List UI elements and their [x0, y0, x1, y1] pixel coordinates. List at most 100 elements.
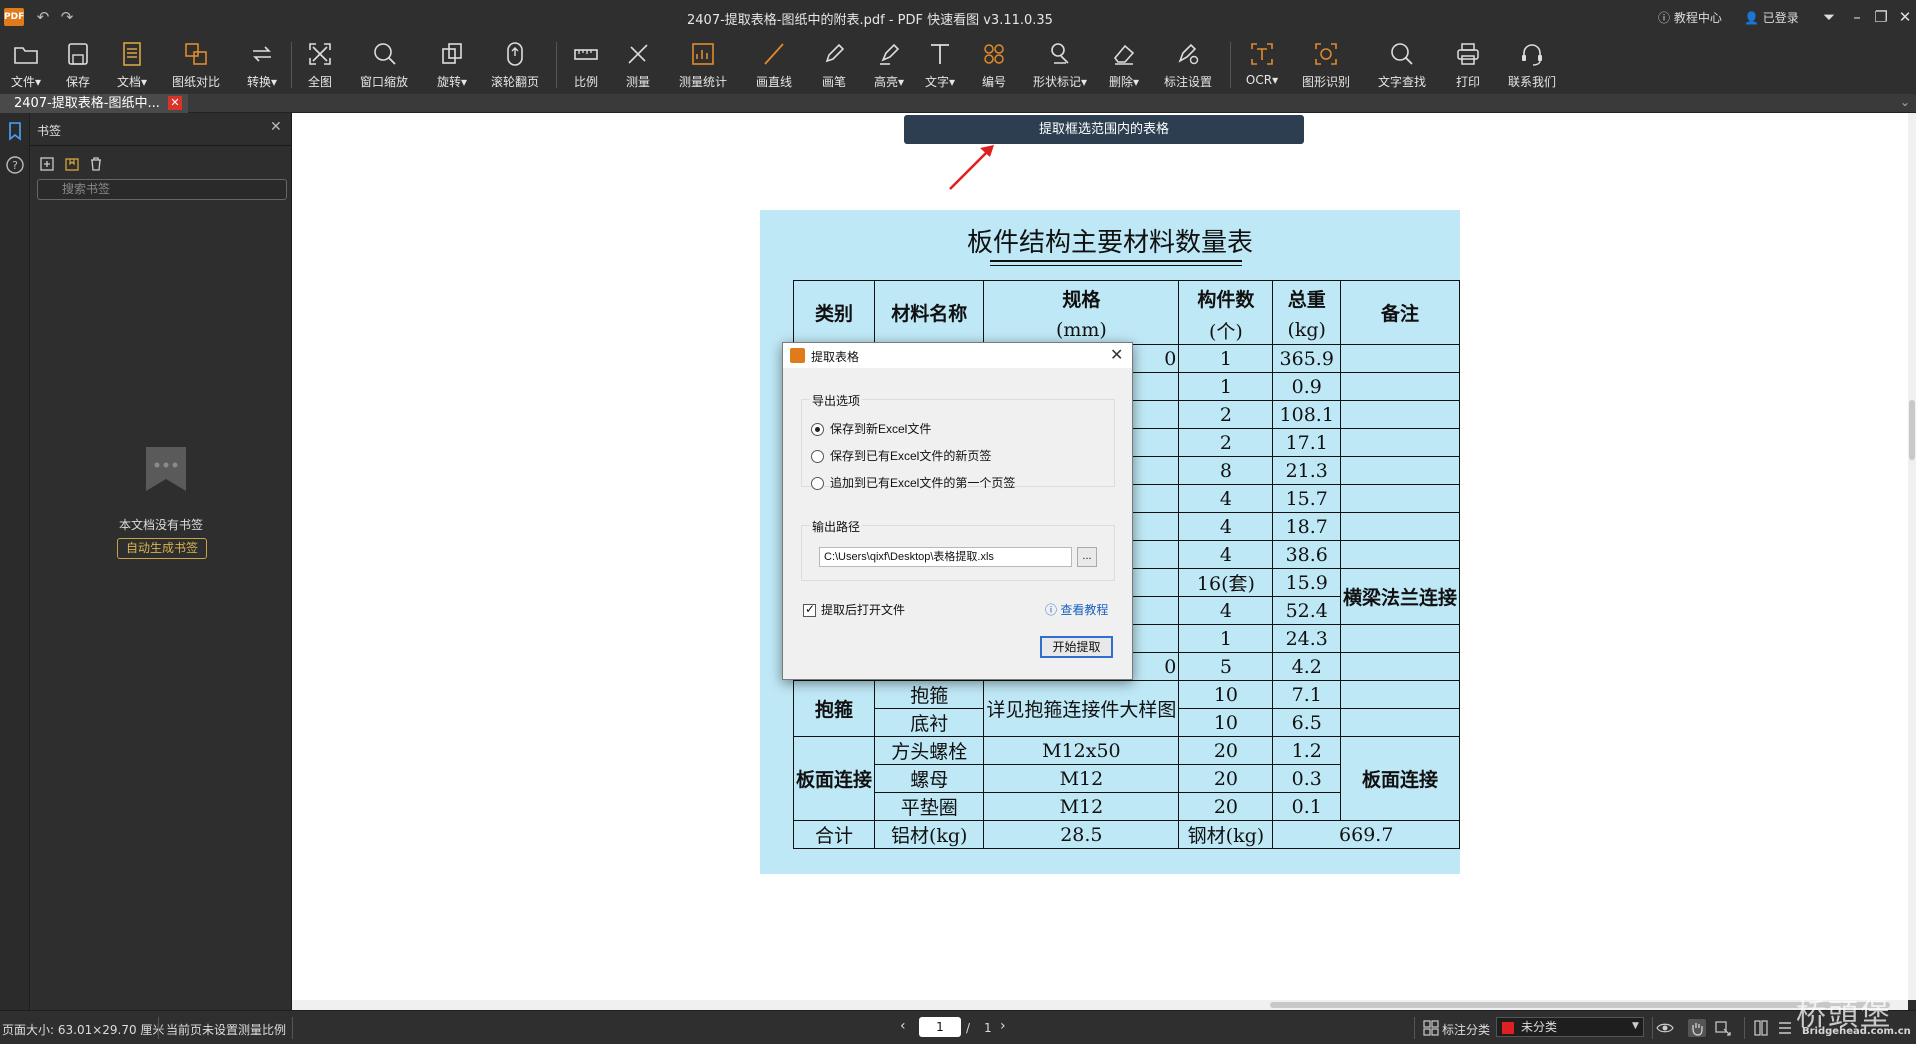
recognize-icon [1315, 43, 1337, 65]
toolbar-separator [556, 42, 557, 88]
add-bookmark-icon[interactable] [39, 156, 55, 172]
bookmark-folder-icon[interactable] [64, 156, 80, 172]
toolbar-separator [291, 42, 292, 88]
select-tool-icon[interactable] [1714, 1019, 1732, 1037]
trash-icon[interactable] [88, 156, 104, 172]
annotation-settings-button[interactable]: 标注设置 [1160, 34, 1216, 94]
dialog-title-bar: 提取表格 ✕ [783, 343, 1132, 368]
redo-icon[interactable]: ↷ [58, 8, 76, 26]
radio-save-new-sheet[interactable]: 保存到已有Excel文件的新页签 [811, 447, 991, 464]
table-cell: 10 [1178, 680, 1274, 709]
text-search-button[interactable]: 文字查找 [1374, 34, 1430, 94]
scroll-page-button[interactable]: 滚轮翻页 [488, 34, 542, 94]
tutorial-center-link[interactable]: ⓘ 教程中心 [1658, 9, 1722, 26]
close-tab-button[interactable]: ✕ [168, 96, 182, 110]
view-tutorial-link[interactable]: ⓘ 查看教程 [1045, 601, 1108, 618]
bookmark-search-input[interactable]: 搜索书签 [37, 179, 287, 200]
red-arrow-icon [949, 145, 994, 190]
status-separator [1414, 1017, 1415, 1039]
main-toolbar: 文件▾ 保存 文档▾ 图纸对比 转换▾ 全图 窗口缩放 旋转▾ 滚轮翻页 比例 … [0, 34, 1916, 94]
drawing-compare-button[interactable]: 图纸对比 [168, 34, 224, 94]
undo-icon[interactable]: ↶ [34, 8, 52, 26]
close-panel-icon[interactable]: ✕ [270, 119, 282, 135]
radio-unselected-icon [811, 450, 824, 464]
shape-mark-menu-button[interactable]: 形状标记▾ [1030, 34, 1090, 94]
category-hoop: 抱箍 [792, 680, 876, 737]
radio-save-new-file[interactable]: 保存到新Excel文件 [811, 420, 931, 437]
table-cell: 18.7 [1272, 512, 1341, 541]
bookmark-panel-icon[interactable] [5, 121, 25, 141]
ocr-menu-button[interactable]: OCR▾ [1242, 34, 1282, 94]
table-cell [1339, 344, 1461, 373]
numbering-button[interactable]: 编号 [974, 34, 1014, 94]
table-cell [1339, 372, 1461, 401]
highlight-menu-button[interactable]: 高亮▾ [868, 34, 910, 94]
header-category: 类别 [792, 280, 876, 345]
header-count-unit: (个) [1178, 316, 1274, 345]
page-number-input[interactable]: 1 [919, 1017, 961, 1037]
convert-menu-button[interactable]: 转换▾ [240, 34, 284, 94]
print-button[interactable]: 打印 [1448, 34, 1488, 94]
table-cell: 17.1 [1272, 428, 1341, 457]
zoom-icon [374, 43, 396, 65]
table-cell: 7.1 [1272, 680, 1341, 709]
remark-panel: 板面连接 [1339, 736, 1461, 821]
help-icon[interactable]: ? [5, 155, 25, 175]
next-page-icon[interactable]: › [1000, 1018, 1006, 1034]
table-cell: 1 [1178, 372, 1274, 401]
hand-tool-icon[interactable] [1688, 1019, 1706, 1037]
close-window-button[interactable]: ✕ [1894, 6, 1916, 28]
save-button[interactable]: 保存 [56, 34, 100, 94]
open-after-extract-checkbox[interactable]: 提取后打开文件 [803, 601, 905, 618]
delete-menu-button[interactable]: 删除▾ [1104, 34, 1144, 94]
status-separator [1744, 1017, 1745, 1039]
header-spec-unit: (mm) [983, 316, 1180, 345]
table-cell: 0.3 [1272, 764, 1341, 793]
contact-us-button[interactable]: 联系我们 [1504, 34, 1560, 94]
tutorial-center-label: 教程中心 [1673, 11, 1722, 25]
restore-button[interactable]: ❐ [1870, 6, 1892, 28]
vertical-scrollbar-thumb[interactable] [1909, 400, 1915, 460]
scale-button[interactable]: 比例 [566, 34, 606, 94]
status-separator [158, 1017, 159, 1039]
text-menu-button[interactable]: 文字▾ [918, 34, 962, 94]
radio-append-first-sheet[interactable]: 追加到已有Excel文件的第一个页签 [811, 474, 1015, 491]
table-cell [1339, 680, 1461, 709]
document-menu-button[interactable]: 文档▾ [110, 34, 154, 94]
document-tab[interactable]: 2407-提取表格-图纸中... [0, 94, 188, 113]
auto-generate-bookmarks-button[interactable]: 自动生成书签 [117, 538, 207, 559]
continuous-view-icon[interactable] [1776, 1019, 1794, 1037]
rotate-menu-button[interactable]: 旋转▾ [430, 34, 474, 94]
status-bar: 页面大小: 63.01×29.70 厘米 当前页未设置测量比例 ‹ 1 / 1 … [0, 1010, 1916, 1044]
table-cell: 20 [1178, 792, 1274, 821]
no-bookmarks-text: 本文档没有书签 [118, 518, 203, 532]
eye-icon[interactable] [1656, 1019, 1674, 1037]
table-cell: 108.1 [1272, 400, 1341, 429]
annotation-category-select[interactable]: 未分类 [1496, 1017, 1644, 1037]
dropdown-menu-icon[interactable]: ⏷ [1818, 6, 1840, 28]
fit-all-button[interactable]: 全图 [300, 34, 340, 94]
table-cell: 1 [1178, 344, 1274, 373]
previous-page-icon[interactable]: ‹ [900, 1018, 906, 1034]
file-menu-button[interactable]: 文件▾ [4, 34, 48, 94]
vertical-scrollbar[interactable] [1908, 113, 1916, 1000]
start-extract-button[interactable]: 开始提取 [1040, 636, 1113, 658]
measure-button[interactable]: 测量 [618, 34, 658, 94]
measure-stats-button[interactable]: 测量统计 [674, 34, 732, 94]
title-underline [990, 260, 1242, 262]
account-menu[interactable]: 👤 已登录 [1744, 9, 1799, 26]
output-path-input[interactable]: C:\Users\qixf\Desktop\表格提取.xls [819, 547, 1072, 567]
shape-recognition-button[interactable]: 图形识别 [1298, 34, 1354, 94]
table-cell: 2 [1178, 428, 1274, 457]
window-zoom-button[interactable]: 窗口缩放 [358, 34, 410, 94]
pen-button[interactable]: 画笔 [814, 34, 854, 94]
chevron-down-icon[interactable]: ⌄ [1900, 95, 1910, 109]
browse-button[interactable]: ... [1077, 547, 1097, 567]
minimize-button[interactable]: – [1846, 6, 1868, 28]
watermark-url: Bridgehead.com.cn [1802, 1026, 1911, 1037]
fullscreen-icon [309, 43, 331, 65]
close-icon[interactable]: ✕ [1110, 345, 1123, 365]
table-cell: M12 [983, 764, 1180, 793]
draw-line-button[interactable]: 画直线 [750, 34, 798, 94]
single-page-view-icon[interactable] [1752, 1019, 1770, 1037]
